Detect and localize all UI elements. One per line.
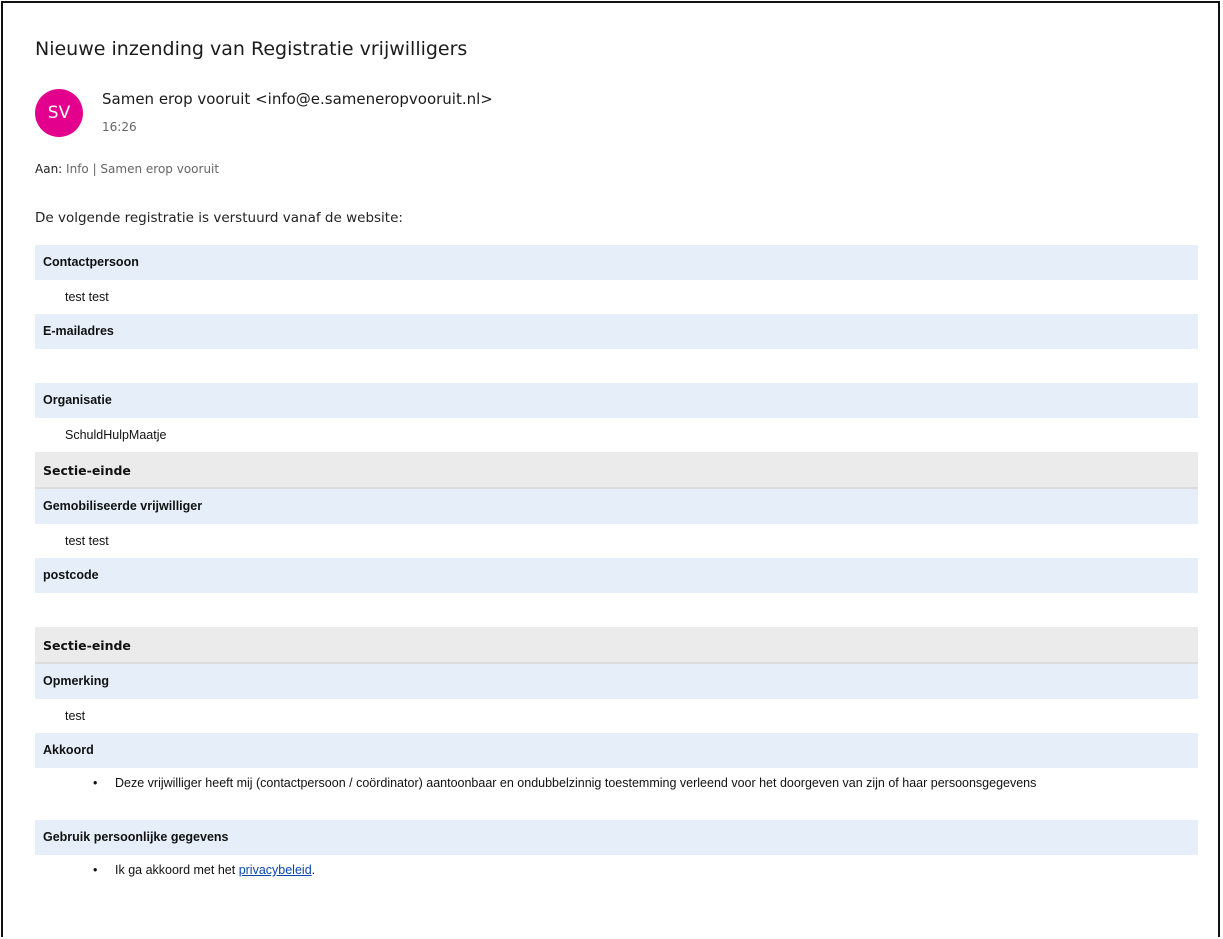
privacy-policy-link[interactable]: privacybeleid [239, 863, 312, 877]
field-value-opmerking: test [35, 699, 1198, 733]
email-subject: Nieuwe inzending van Registratie vrijwil… [35, 38, 468, 60]
section-end-2: Sectie-einde [35, 627, 1198, 664]
field-value-akkoord: • Deze vrijwilliger heeft mij (contactper… [35, 768, 1198, 820]
recipient-line: Aan: Info | Samen erop vooruit [35, 162, 219, 176]
to-label: Aan: [35, 162, 63, 176]
field-label-gebruik: Gebruik persoonlijke gegevens [35, 820, 1198, 855]
gebruik-prefix: Ik ga akkoord met het [115, 863, 239, 877]
field-value-postcode [35, 593, 1198, 627]
to-value[interactable]: Info | Samen erop vooruit [66, 162, 219, 176]
bullet-icon: • [93, 776, 98, 790]
sender-avatar[interactable]: SV [35, 89, 83, 137]
sender-name[interactable]: Samen erop vooruit <info@e.sameneropvoor… [102, 90, 493, 108]
field-value-contactpersoon: test test [35, 280, 1198, 314]
field-value-vrijwilliger: test test [35, 524, 1198, 558]
field-value-email [35, 349, 1198, 383]
akkoord-text: Deze vrijwilliger heeft mij (contactpers… [115, 776, 1037, 790]
section-end-1: Sectie-einde [35, 452, 1198, 489]
field-value-gebruik: • Ik ga akkoord met het privacybeleid. [35, 855, 1198, 887]
field-label-organisatie: Organisatie [35, 383, 1198, 418]
avatar-initials: SV [47, 103, 71, 123]
field-label-contactpersoon: Contactpersoon [35, 245, 1198, 280]
field-label-opmerking: Opmerking [35, 664, 1198, 699]
intro-text: De volgende registratie is verstuurd van… [35, 210, 403, 226]
form-table: Contactpersoon test test E-mailadres Org… [35, 245, 1198, 887]
gebruik-suffix: . [311, 863, 316, 877]
field-value-organisatie: SchuldHulpMaatje [35, 418, 1198, 452]
field-label-vrijwilliger: Gemobiliseerde vrijwilliger [35, 489, 1198, 524]
bullet-icon: • [93, 863, 98, 877]
email-time: 16:26 [102, 120, 137, 134]
field-label-akkoord: Akkoord [35, 733, 1198, 768]
field-label-email: E-mailadres [35, 314, 1198, 349]
field-label-postcode: postcode [35, 558, 1198, 593]
